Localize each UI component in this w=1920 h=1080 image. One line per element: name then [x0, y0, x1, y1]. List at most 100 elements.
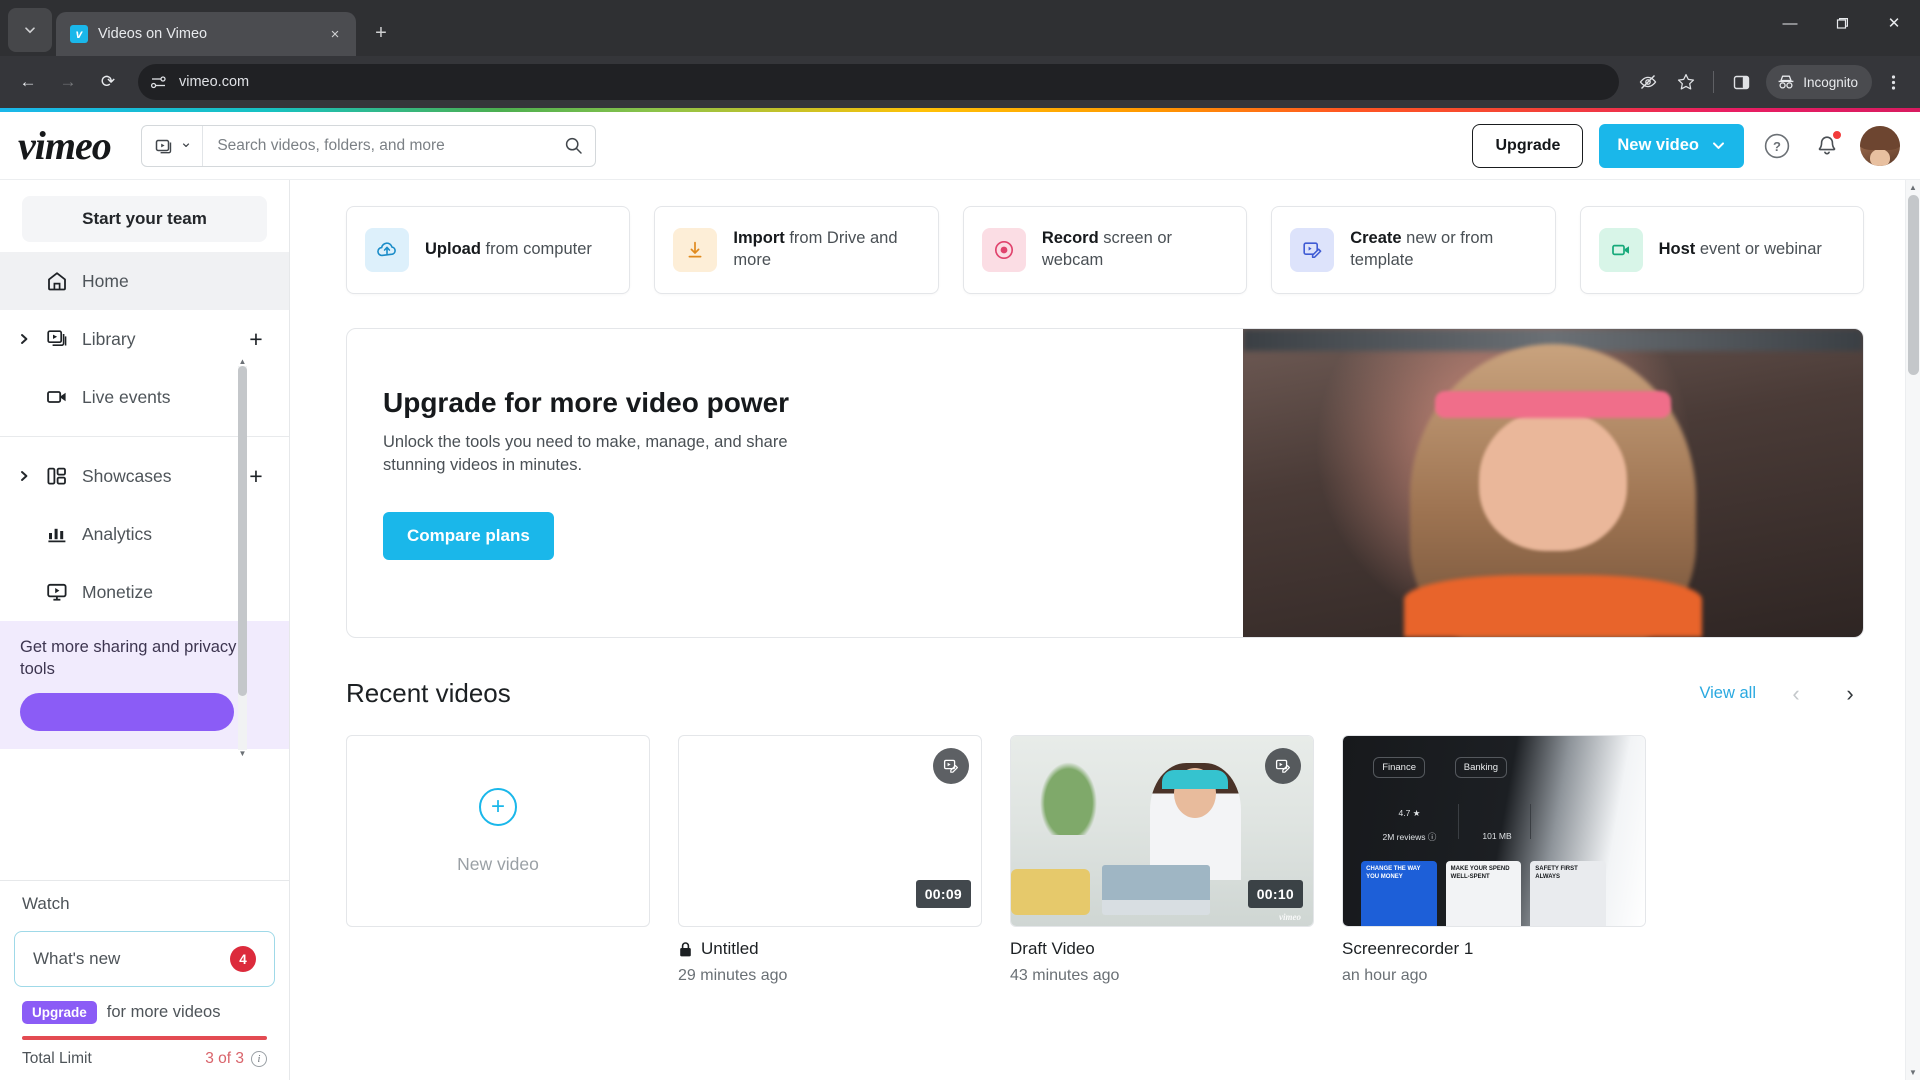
- sidebar-scroll-track[interactable]: [238, 366, 247, 750]
- limit-count-group: 3 of 3 i: [205, 1050, 267, 1068]
- thumb-laptop: [1101, 865, 1211, 915]
- plus-icon: +: [479, 787, 517, 826]
- tab-title: Videos on Vimeo: [98, 26, 208, 42]
- new-video-card[interactable]: + New video: [346, 735, 650, 985]
- tab-close-button[interactable]: ×: [324, 23, 346, 45]
- add-to-library-button[interactable]: +: [243, 326, 269, 352]
- notifications-button[interactable]: [1810, 129, 1844, 163]
- recent-videos-row: + New video 00:09 vimeo Untitled 29 minu…: [346, 735, 1864, 985]
- video-card[interactable]: Finance Banking 4.7 ★ 2M reviews ⓘ 101 M…: [1342, 735, 1646, 985]
- scroll-up-arrow[interactable]: ▲: [1909, 180, 1917, 195]
- limit-label: Total Limit: [22, 1050, 92, 1067]
- incognito-indicator[interactable]: Incognito: [1766, 65, 1872, 99]
- search-input-area[interactable]: [203, 136, 563, 155]
- action-card-create[interactable]: Create new or from template: [1271, 206, 1556, 294]
- upgrade-banner-content: Upgrade for more video power Unlock the …: [347, 329, 1243, 637]
- action-card-import[interactable]: Import from Drive and more: [654, 206, 939, 294]
- upgrade-pill-button[interactable]: Upgrade: [22, 1001, 97, 1024]
- new-video-thumb[interactable]: + New video: [346, 735, 650, 927]
- scroll-down-arrow[interactable]: ▼: [1909, 1065, 1917, 1080]
- page-title: Recent videos: [346, 678, 511, 708]
- star-icon: [1678, 73, 1695, 90]
- main-scroll-track[interactable]: [1906, 195, 1920, 1065]
- whats-new-button[interactable]: What's new 4: [14, 931, 275, 987]
- chevron-right-icon[interactable]: ›: [1836, 680, 1864, 708]
- browser-menu-button[interactable]: [1876, 65, 1910, 99]
- scroll-down-arrow[interactable]: ▼: [239, 750, 247, 758]
- edit-video-button[interactable]: [933, 748, 969, 784]
- main-scroll-thumb[interactable]: [1907, 195, 1919, 375]
- upgrade-button[interactable]: Upgrade: [1472, 123, 1584, 168]
- video-card[interactable]: 00:09 vimeo Untitled 29 minutes ago: [678, 735, 982, 985]
- cloud-upload-icon: [365, 228, 409, 272]
- window-controls: — ✕: [1764, 0, 1920, 46]
- window-close-button[interactable]: ✕: [1868, 0, 1920, 46]
- sidebar-item-home[interactable]: Home: [0, 252, 289, 310]
- action-card-upload[interactable]: Upload from computer: [346, 206, 631, 294]
- address-bar[interactable]: vimeo.com: [138, 64, 1620, 100]
- search-bar: ⌄: [140, 124, 596, 167]
- kebab-menu-icon: [1891, 74, 1895, 90]
- vimeo-logo[interactable]: vimeo: [18, 125, 112, 166]
- action-card-record[interactable]: Record screen or webcam: [962, 206, 1248, 294]
- video-timestamp: 29 minutes ago: [678, 967, 788, 984]
- new-video-button[interactable]: New video: [1599, 123, 1744, 168]
- sidebar-item-watch[interactable]: Watch: [0, 881, 289, 927]
- view-all-link[interactable]: View all: [1699, 684, 1756, 703]
- bookmark-button[interactable]: [1669, 65, 1703, 99]
- chevron-right-icon[interactable]: [16, 333, 32, 345]
- whats-new-badge: 4: [230, 946, 256, 972]
- video-thumbnail[interactable]: 00:10 vimeo: [1010, 735, 1314, 927]
- video-thumbnail[interactable]: 00:09 vimeo: [678, 735, 982, 927]
- new-tab-button[interactable]: +: [364, 16, 398, 50]
- search-input[interactable]: [217, 136, 554, 155]
- upgrade-row: Upgrade for more videos: [22, 1001, 267, 1024]
- action-card-bold: Import: [733, 229, 785, 248]
- side-panel-button[interactable]: [1724, 65, 1758, 99]
- sidebar-scroll-thumb[interactable]: [238, 366, 247, 696]
- vimeo-favicon: v: [70, 25, 88, 43]
- back-button[interactable]: ←: [10, 64, 46, 100]
- sidebar-scrollbar[interactable]: ▲ ▼: [238, 358, 247, 758]
- thumb-headphones: [1162, 770, 1229, 790]
- chevron-left-icon[interactable]: ‹: [1782, 680, 1810, 708]
- search-submit-button[interactable]: [564, 136, 595, 155]
- chevron-right-icon[interactable]: [16, 470, 32, 482]
- page-settings-icon[interactable]: [150, 74, 167, 91]
- upgrade-banner-video-preview[interactable]: [1243, 329, 1863, 637]
- thumb-size: 101 MB: [1482, 831, 1512, 841]
- action-card-host[interactable]: Host event or webinar: [1579, 206, 1865, 294]
- edit-video-button[interactable]: [1265, 748, 1301, 784]
- help-button[interactable]: ?: [1760, 129, 1794, 163]
- edit-icon: [1275, 759, 1290, 773]
- forward-button[interactable]: →: [50, 64, 86, 100]
- action-card-text: Host event or webinar: [1659, 239, 1822, 261]
- compare-plans-button[interactable]: Compare plans: [383, 511, 554, 560]
- window-minimize-button[interactable]: —: [1764, 0, 1816, 46]
- video-title[interactable]: Untitled: [701, 939, 759, 959]
- scroll-up-arrow[interactable]: ▲: [239, 358, 247, 366]
- reload-button[interactable]: ⟳: [90, 64, 126, 100]
- video-duration: 00:10: [1247, 880, 1303, 908]
- action-cards-row: Upload from computer Import from Drive a…: [346, 206, 1865, 294]
- video-library-icon: [155, 139, 171, 153]
- window-maximize-button[interactable]: [1816, 0, 1868, 46]
- search-type-selector[interactable]: ⌄: [142, 125, 204, 166]
- browser-toolbar: ← → ⟳ vimeo.com Incognito: [0, 56, 1920, 108]
- video-title[interactable]: Screenrecorder 1: [1342, 939, 1473, 959]
- monitor-play-icon: [44, 579, 70, 605]
- thumb-sofa: [1011, 869, 1090, 915]
- thumb-reviews: 2M reviews ⓘ: [1382, 832, 1437, 842]
- start-your-team-button[interactable]: Start your team: [22, 196, 267, 242]
- main-scrollbar[interactable]: ▲ ▼: [1905, 180, 1920, 1080]
- action-card-text: Create new or from template: [1350, 228, 1536, 272]
- browser-tab[interactable]: v Videos on Vimeo ×: [56, 12, 356, 56]
- tracking-protection-icon[interactable]: [1631, 65, 1665, 99]
- avatar[interactable]: [1860, 125, 1900, 166]
- video-title[interactable]: Draft Video: [1010, 939, 1095, 959]
- tab-search-button[interactable]: [8, 8, 52, 52]
- info-icon[interactable]: i: [251, 1051, 267, 1067]
- sidebar-promo-button[interactable]: [20, 692, 235, 731]
- video-card[interactable]: 00:10 vimeo Draft Video 43 minutes ago: [1010, 735, 1314, 985]
- video-thumbnail[interactable]: Finance Banking 4.7 ★ 2M reviews ⓘ 101 M…: [1342, 735, 1646, 927]
